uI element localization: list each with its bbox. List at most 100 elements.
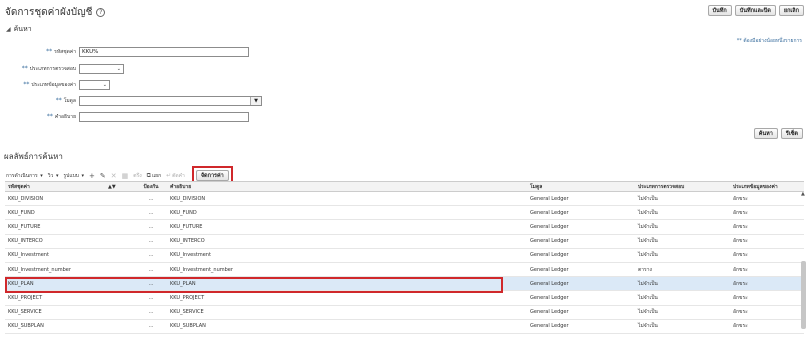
- table-row[interactable]: KKU_FUND... KKU_FUND General Ledger ไม่จำเป…: [5, 206, 804, 221]
- description-input[interactable]: [79, 112, 249, 122]
- cell-protect: ...: [148, 195, 154, 202]
- delete-icon[interactable]: ✕: [111, 172, 117, 180]
- cell-module: General Ledger: [530, 223, 569, 230]
- scroll-thumb[interactable]: [801, 261, 806, 329]
- cell-code: KKU_INTERCO: [8, 238, 43, 245]
- cell-value-datatype: อักขระ: [733, 252, 748, 259]
- cell-protect: ...: [148, 294, 154, 301]
- validation-type-select[interactable]: ⌄: [79, 64, 124, 74]
- collapse-triangle-icon[interactable]: ◢: [6, 26, 11, 33]
- freeze-icon[interactable]: ▦: [122, 172, 129, 180]
- table-row[interactable]: KKU_SERVICE... KKU_SERVICE General Ledger ไ…: [5, 306, 804, 320]
- cell-code: KKU_DIVISION: [8, 195, 44, 202]
- cell-validation-type: ไม่จำเป็น: [638, 280, 658, 287]
- cell-description: KKU_SUBPLAN: [170, 323, 206, 330]
- validation-type-row: ** ประเภทการตรวจสอบ ⌄: [10, 64, 124, 74]
- module-label: ** โมดูล: [55, 97, 76, 104]
- column-header-validation-type[interactable]: ประเภทการตรวจสอบ: [635, 183, 730, 191]
- table-row[interactable]: KKU_INTERCO... KKU_INTERCO General Ledger ไ…: [5, 235, 804, 249]
- description-label: ** คำอธิบาย: [46, 113, 76, 120]
- save-and-close-button[interactable]: บันทึกและปิด: [734, 5, 776, 16]
- cell-validation-type: ไม่จำเป็น: [638, 209, 658, 216]
- add-icon[interactable]: +: [89, 172, 95, 180]
- cell-code: KKU_PROJECT: [8, 294, 43, 301]
- selected-row-highlight: [5, 277, 503, 293]
- code-row: ** รหัสชุดค่า KKU%: [20, 47, 249, 57]
- table-row[interactable]: KKU_DIVISION... KKU_DIVISION General Ledge…: [5, 192, 804, 207]
- help-icon[interactable]: ?: [96, 8, 106, 17]
- cell-protect: ...: [148, 223, 154, 230]
- validation-type-label: ** ประเภทการตรวจสอบ: [21, 65, 76, 72]
- cell-protect: ...: [148, 266, 154, 273]
- column-header-description[interactable]: คำอธิบาย: [167, 183, 527, 191]
- edit-icon[interactable]: ✎: [100, 172, 106, 180]
- chevron-down-icon: ⌄: [102, 82, 107, 88]
- cell-validation-type: ตาราง: [638, 266, 652, 273]
- column-header-protect[interactable]: ป้องกัน: [135, 183, 167, 191]
- chevron-down-icon: ⌄: [116, 66, 121, 72]
- cell-description: KKU_PROJECT: [170, 294, 205, 301]
- value-datatype-select[interactable]: ⌄: [79, 80, 110, 90]
- search-section-label: ค้นหา: [13, 25, 32, 33]
- freeze-button[interactable]: ตรึง: [133, 172, 141, 180]
- cell-protect: ...: [148, 309, 154, 316]
- code-input[interactable]: KKU%: [79, 47, 249, 57]
- cell-code: KKU_FUND: [8, 209, 35, 216]
- view-menu[interactable]: วิว ▾: [48, 172, 59, 180]
- format-menu[interactable]: รูปแบบ ▾: [63, 172, 84, 180]
- cell-description: KKU_FUND: [170, 209, 197, 216]
- cell-validation-type: ไม่จำเป็น: [638, 252, 658, 259]
- sort-icon[interactable]: ▲▼: [105, 184, 135, 190]
- search-button[interactable]: ค้นหา: [753, 128, 778, 139]
- cell-value-datatype: อักขระ: [733, 209, 748, 216]
- cell-description: KKU_FUTURE: [170, 223, 203, 230]
- scroll-up-icon[interactable]: ▲: [801, 191, 805, 197]
- table-row[interactable]: KKU_PROJECT... KKU_PROJECT General Ledger ไ…: [5, 291, 804, 306]
- cell-validation-type: ไม่จำเป็น: [638, 195, 658, 202]
- cancel-button[interactable]: ยกเลิก: [778, 5, 804, 16]
- column-header-module[interactable]: โมดูล: [527, 183, 635, 191]
- cell-protect: ...: [148, 209, 154, 216]
- module-combobox[interactable]: ▼: [79, 96, 262, 106]
- cell-description: KKU_Investment_number: [170, 266, 233, 273]
- search-section-header[interactable]: ◢ ค้นหา: [6, 24, 32, 35]
- column-header-value-datatype[interactable]: ประเภทข้อมูลของค่า: [730, 183, 790, 191]
- wrap-button[interactable]: ↵ ตัดคำ: [166, 172, 185, 180]
- cell-description: KKU_SERVICE: [170, 309, 204, 316]
- cell-value-datatype: อักขระ: [733, 309, 748, 316]
- cell-validation-type: ไม่จำเป็น: [638, 294, 658, 301]
- cell-module: General Ledger: [530, 238, 569, 245]
- vertical-scrollbar[interactable]: ▲: [801, 191, 806, 331]
- wrap-icon: ↵: [166, 172, 172, 179]
- manage-values-button[interactable]: จัดการค่า: [195, 170, 229, 181]
- cell-module: General Ledger: [530, 294, 569, 301]
- detach-button[interactable]: ⧉ แยก: [147, 172, 161, 180]
- table-row[interactable]: KKU_FUTURE... KKU_FUTURE General Ledger ไม่…: [5, 220, 804, 235]
- column-header-code[interactable]: รหัสชุดค่า: [5, 183, 105, 191]
- table-row[interactable]: KKU_Investment... KKU_Investment General L…: [5, 249, 804, 263]
- dropdown-arrow-icon[interactable]: ▼: [250, 97, 261, 105]
- cell-validation-type: ไม่จำเป็น: [638, 309, 658, 316]
- cell-description: KKU_DIVISION: [170, 195, 206, 202]
- cell-code: KKU_FUTURE: [8, 223, 41, 230]
- required-note: ** ต้องมีอย่างน้อยหนึ่งรายการ: [736, 38, 802, 44]
- module-row: ** โมดูล ▼: [20, 96, 262, 106]
- cell-protect: ...: [148, 252, 154, 259]
- cell-module: General Ledger: [530, 195, 569, 202]
- cell-code: KKU_SERVICE: [8, 309, 42, 316]
- save-button[interactable]: บันทึก: [707, 5, 732, 16]
- page-title: จัดการชุดค่าผังบัญชี ?: [5, 5, 106, 20]
- value-datatype-label: ** ประเภทข้อมูลของค่า: [23, 81, 76, 88]
- code-label: ** รหัสชุดค่า: [46, 48, 76, 55]
- cell-module: General Ledger: [530, 309, 569, 316]
- table-row[interactable]: KKU_Investment_number... KKU_Investment_n…: [5, 263, 804, 278]
- page-title-text: จัดการชุดค่าผังบัญชี: [5, 7, 93, 18]
- cell-code: KKU_SUBPLAN: [8, 323, 44, 330]
- reset-button[interactable]: รีเซ็ต: [780, 128, 803, 139]
- table-row[interactable]: KKU_SUBPLAN... KKU_SUBPLAN General Ledger ไ…: [5, 320, 804, 334]
- cell-description: KKU_Investment: [170, 252, 211, 259]
- search-button-bar: ค้นหา รีเซ็ต: [753, 128, 803, 139]
- actions-menu[interactable]: การดำเนินการ ▾: [6, 172, 43, 180]
- cell-validation-type: ไม่จำเป็น: [638, 323, 658, 330]
- cell-protect: ...: [148, 323, 154, 330]
